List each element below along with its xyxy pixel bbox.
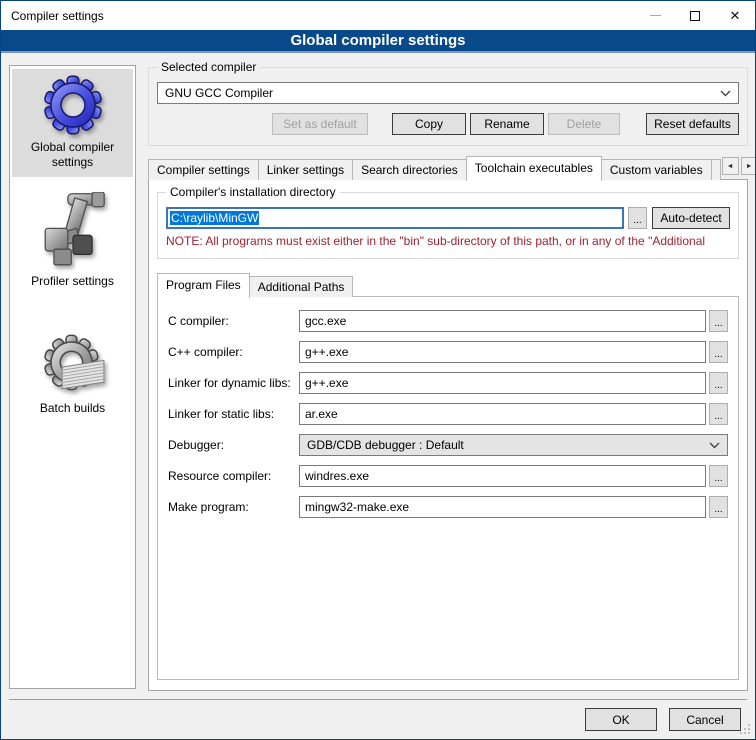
debugger-select[interactable]: GDB/CDB debugger : Default (299, 434, 728, 456)
static-linker-browse-button[interactable]: ... (709, 403, 728, 425)
form-row-cpp-compiler: C++ compiler: ... (168, 341, 728, 363)
title-bar: Compiler settings ✕ (1, 1, 755, 30)
caliper-icon (38, 192, 108, 270)
tab-custom-variables[interactable]: Custom variables (601, 159, 712, 180)
subtab-additional-paths[interactable]: Additional Paths (249, 276, 354, 297)
tab-compiler-settings[interactable]: Compiler settings (148, 159, 259, 180)
maximize-button[interactable] (675, 1, 715, 30)
dialog-header: Global compiler settings (1, 30, 755, 53)
settings-tab-strip: Compiler settings Linker settings Search… (148, 156, 748, 180)
rename-button[interactable]: Rename (470, 113, 544, 135)
footer-buttons: OK Cancel (585, 708, 741, 731)
program-files-page: C compiler: ... C++ compiler: ... Linker… (157, 296, 739, 680)
selected-compiler-group: Selected compiler GNU GCC Compiler Set a… (148, 67, 748, 146)
resource-compiler-label: Resource compiler: (168, 469, 299, 483)
tab-scroll-buttons: ◄ ► (720, 157, 756, 175)
directory-note-text: NOTE: All programs must exist either in … (166, 234, 730, 248)
close-button[interactable]: ✕ (715, 1, 755, 30)
arrow-right-icon: ► (746, 163, 753, 170)
chevron-down-icon (709, 442, 720, 449)
cpp-compiler-browse-button[interactable]: ... (709, 341, 728, 363)
toolchain-executables-page: Compiler's installation directory C:\ray… (148, 179, 748, 691)
tab-scroll-left-button[interactable]: ◄ (722, 157, 739, 175)
selected-compiler-group-title: Selected compiler (157, 60, 260, 74)
maximize-icon (690, 11, 700, 21)
make-program-browse-button[interactable]: ... (709, 496, 728, 518)
form-row-debugger: Debugger: GDB/CDB debugger : Default (168, 434, 728, 456)
sidebar-item-batch-builds[interactable]: Batch builds (12, 326, 133, 423)
delete-button[interactable]: Delete (548, 113, 620, 135)
sidebar-item-profiler-settings[interactable]: Profiler settings (12, 187, 133, 296)
c-compiler-input[interactable] (299, 310, 706, 332)
set-as-default-button[interactable]: Set as default (272, 113, 368, 135)
compiler-select[interactable]: GNU GCC Compiler (157, 82, 739, 104)
make-program-label: Make program: (168, 500, 299, 514)
sidebar-item-label: Batch builds (40, 401, 105, 416)
reset-defaults-button[interactable]: Reset defaults (646, 113, 739, 135)
dynamic-linker-browse-button[interactable]: ... (709, 372, 728, 394)
arrow-left-icon: ◄ (727, 163, 734, 170)
ok-button[interactable]: OK (585, 708, 657, 731)
dynamic-linker-label: Linker for dynamic libs: (168, 376, 299, 390)
cancel-button[interactable]: Cancel (669, 708, 741, 731)
sidebar-item-label: Global compiler settings (14, 140, 131, 170)
compiler-select-value: GNU GCC Compiler (165, 86, 273, 100)
static-linker-label: Linker for static libs: (168, 407, 299, 421)
compiler-settings-dialog: Compiler settings ✕ Global compiler sett… (0, 0, 756, 740)
sidebar-item-label: Profiler settings (31, 274, 114, 289)
make-program-input[interactable] (299, 496, 706, 518)
programs-subtab-strip: Program Files Additional Paths (157, 273, 739, 297)
debugger-label: Debugger: (168, 438, 299, 452)
installation-directory-group-title: Compiler's installation directory (166, 185, 340, 199)
gray-gear-stack-icon (39, 331, 107, 397)
resource-compiler-input[interactable] (299, 465, 706, 487)
browse-directory-button[interactable]: ... (628, 207, 647, 229)
form-row-static-linker: Linker for static libs: ... (168, 403, 728, 425)
subtab-program-files[interactable]: Program Files (157, 273, 250, 298)
minimize-button[interactable] (635, 1, 675, 30)
footer-separator (9, 699, 747, 700)
minimize-icon (650, 15, 661, 16)
dynamic-linker-input[interactable] (299, 372, 706, 394)
cpp-compiler-label: C++ compiler: (168, 345, 299, 359)
tab-linker-settings[interactable]: Linker settings (258, 159, 353, 180)
settings-category-list: Global compiler settings (9, 65, 136, 689)
c-compiler-label: C compiler: (168, 314, 299, 328)
installation-directory-group: Compiler's installation directory C:\ray… (157, 192, 739, 259)
window-title: Compiler settings (1, 9, 104, 23)
cpp-compiler-input[interactable] (299, 341, 706, 363)
static-linker-input[interactable] (299, 403, 706, 425)
tab-toolchain-executables[interactable]: Toolchain executables (466, 156, 602, 181)
installation-directory-value: C:\raylib\MinGW (170, 211, 259, 225)
close-icon: ✕ (730, 9, 741, 22)
debugger-select-value: GDB/CDB debugger : Default (307, 438, 464, 452)
window-controls: ✕ (635, 1, 755, 30)
compiler-buttons-row: Set as default Copy Rename Delete Reset … (157, 113, 739, 135)
chevron-down-icon (720, 90, 731, 97)
resource-compiler-browse-button[interactable]: ... (709, 465, 728, 487)
form-row-resource-compiler: Resource compiler: ... (168, 465, 728, 487)
resize-grip-icon[interactable] (748, 732, 750, 734)
main-panel: Selected compiler GNU GCC Compiler Set a… (148, 67, 748, 691)
dialog-body: Global compiler settings (1, 55, 755, 739)
installation-directory-input[interactable]: C:\raylib\MinGW (166, 207, 624, 229)
blue-gear-icon (42, 74, 104, 136)
copy-button[interactable]: Copy (392, 113, 466, 135)
sidebar-item-global-compiler-settings[interactable]: Global compiler settings (12, 69, 133, 177)
form-row-make-program: Make program: ... (168, 496, 728, 518)
auto-detect-button[interactable]: Auto-detect (652, 207, 730, 229)
form-row-c-compiler: C compiler: ... (168, 310, 728, 332)
tab-scroll-right-button[interactable]: ► (741, 157, 756, 175)
tab-search-directories[interactable]: Search directories (352, 159, 467, 180)
installation-directory-row: C:\raylib\MinGW ... Auto-detect (166, 207, 730, 229)
form-row-dynamic-linker: Linker for dynamic libs: ... (168, 372, 728, 394)
c-compiler-browse-button[interactable]: ... (709, 310, 728, 332)
